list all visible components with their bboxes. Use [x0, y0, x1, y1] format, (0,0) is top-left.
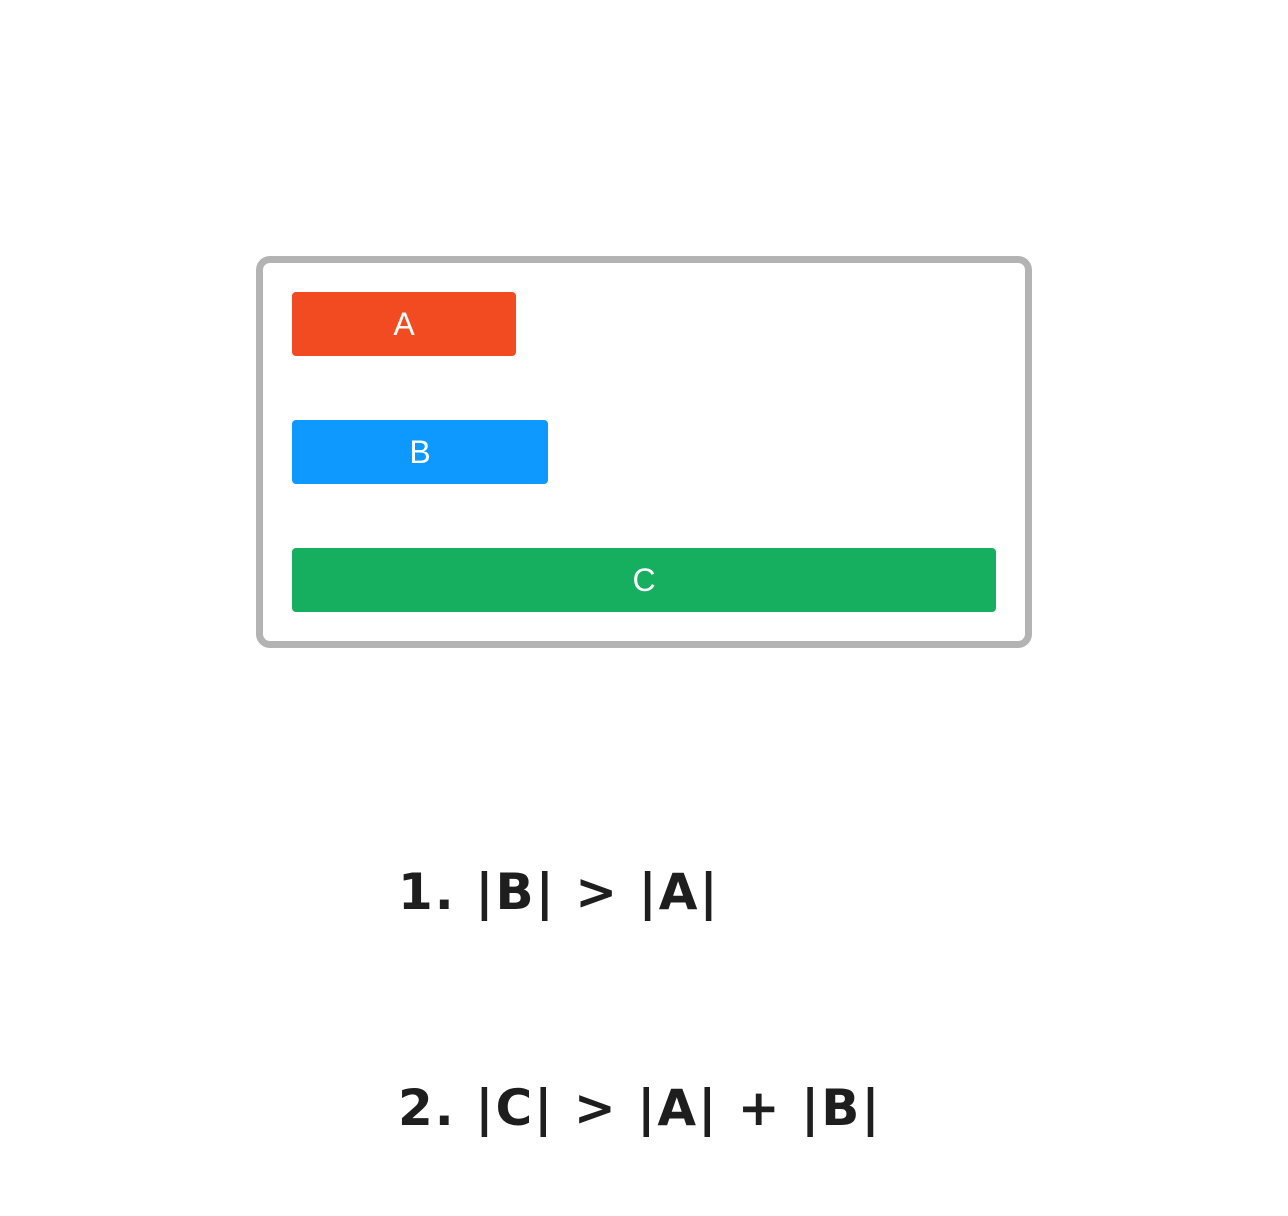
bar-c: C [292, 548, 996, 612]
bar-c-label: C [632, 561, 656, 598]
bar-b: B [292, 420, 548, 484]
rule-2: 2. |C| > |A| + |B| [398, 1079, 882, 1137]
bar-a: A [292, 292, 516, 356]
bar-b-label: B [409, 433, 431, 470]
rules-list: 1. |B| > |A| 2. |C| > |A| + |B| [398, 712, 882, 1216]
rule-1: 1. |B| > |A| [398, 863, 720, 921]
bar-a-label: A [393, 305, 415, 342]
